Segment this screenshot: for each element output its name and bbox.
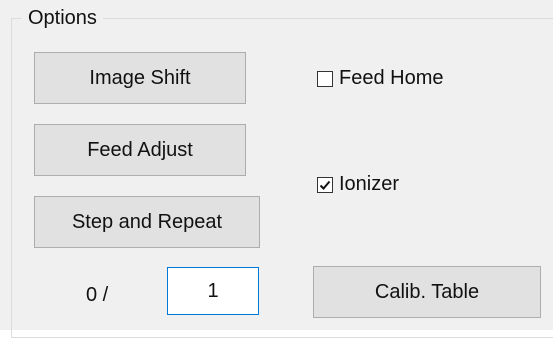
feed-home-label: Feed Home	[339, 67, 444, 89]
calib-table-button[interactable]: Calib. Table	[313, 266, 541, 318]
feed-home-checkbox[interactable]: Feed Home	[317, 67, 444, 90]
options-panel: Options Image Shift Feed Adjust Step and…	[0, 0, 553, 338]
repeat-count-field[interactable]: 1	[167, 267, 259, 315]
counter-current: 0 /	[86, 284, 109, 306]
feed-home-checkbox-box[interactable]	[317, 70, 333, 87]
step-and-repeat-button[interactable]: Step and Repeat	[34, 196, 260, 248]
image-shift-button[interactable]: Image Shift	[34, 52, 246, 104]
ionizer-label: Ionizer	[339, 173, 400, 195]
checkmark-icon	[319, 180, 331, 190]
feed-adjust-button[interactable]: Feed Adjust	[34, 124, 246, 176]
ionizer-checkbox-box[interactable]	[317, 176, 333, 193]
ionizer-checkbox[interactable]: Ionizer	[317, 173, 399, 196]
options-group-title: Options	[22, 6, 103, 30]
